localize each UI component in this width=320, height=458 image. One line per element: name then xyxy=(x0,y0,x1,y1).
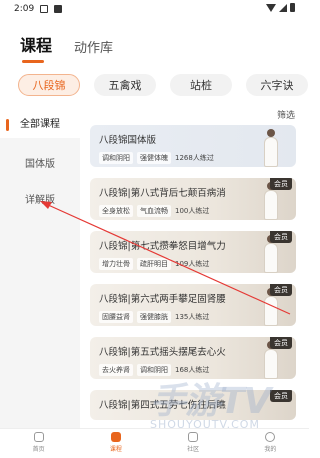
course-card[interactable]: 八段锦|第八式背后七颠百病消 全身放松 气血流畅 100人练过 会员 xyxy=(90,178,296,220)
practice-count: 100人练过 xyxy=(175,207,210,215)
nav-home[interactable]: 首页 xyxy=(0,429,77,458)
nav-label: 我的 xyxy=(264,446,277,453)
tab-courses[interactable]: 课程 xyxy=(20,32,52,63)
nav-profile[interactable]: 我的 xyxy=(232,429,309,458)
course-title: 八段锦|第七式攒拳怒目增气力 xyxy=(99,241,226,252)
course-tags: 增力壮骨 疏肝明目 109人练过 xyxy=(99,258,209,270)
course-tag: 气血流畅 xyxy=(137,205,171,217)
signal-icon xyxy=(279,3,287,12)
home-icon xyxy=(33,432,44,442)
battery-icon xyxy=(290,3,295,12)
course-card[interactable]: 八段锦国体版 调和阴阳 强健体魄 1268人练过 xyxy=(90,125,296,167)
vip-badge: 会员 xyxy=(270,178,292,190)
sidebar-item-detailed-version[interactable]: 详解版 xyxy=(0,191,80,206)
nav-label: 社区 xyxy=(187,446,200,453)
pill-zhanzhuang[interactable]: 站桩 xyxy=(170,74,232,96)
sidebar: 全部课程 国体版 详解版 xyxy=(0,112,80,430)
nav-label: 首页 xyxy=(32,446,45,453)
course-icon xyxy=(110,432,121,442)
course-tag: 固腰益肾 xyxy=(99,311,133,323)
notification-icon xyxy=(40,5,48,13)
instructor-image xyxy=(260,129,282,167)
status-icons xyxy=(266,3,295,12)
course-tag: 强健膝胱 xyxy=(137,311,171,323)
nav-label: 课程 xyxy=(109,446,122,453)
course-tag: 疏肝明目 xyxy=(137,258,171,270)
course-tag: 调和阴阳 xyxy=(99,152,133,164)
course-tags: 调和阴阳 强健体魄 1268人练过 xyxy=(99,152,214,164)
course-title: 八段锦|第八式背后七颠百病消 xyxy=(99,188,226,199)
watermark: 手游TV xyxy=(150,381,271,422)
vip-badge: 会员 xyxy=(270,284,292,296)
course-title: 八段锦|第五式摇头摆尾去心火 xyxy=(99,347,226,358)
vip-badge: 会员 xyxy=(270,337,292,349)
filter-button[interactable]: 筛选 xyxy=(277,108,295,121)
nav-courses[interactable]: 课程 xyxy=(77,429,154,458)
category-pills: 八段锦 五禽戏 站桩 六字诀 xyxy=(18,74,308,96)
sidebar-item-national-version[interactable]: 国体版 xyxy=(0,155,80,170)
vip-badge: 会员 xyxy=(270,231,292,243)
pill-liuzijue[interactable]: 六字诀 xyxy=(246,74,308,96)
pill-wuqinxi[interactable]: 五禽戏 xyxy=(94,74,156,96)
nav-community[interactable]: 社区 xyxy=(155,429,232,458)
practice-count: 1268人练过 xyxy=(175,154,214,162)
status-bar: 2:09 xyxy=(0,0,309,20)
bottom-nav: 首页 课程 社区 我的 xyxy=(0,428,309,458)
course-title: 八段锦|第六式两手攀足固肾腰 xyxy=(99,294,226,305)
practice-count: 135人练过 xyxy=(175,313,210,321)
course-card[interactable]: 八段锦|第七式攒拳怒目增气力 增力壮骨 疏肝明目 109人练过 会员 xyxy=(90,231,296,273)
profile-icon xyxy=(265,432,276,442)
status-time: 2:09 xyxy=(14,4,35,14)
community-icon xyxy=(188,432,199,442)
notification-icon xyxy=(54,5,62,13)
course-tag: 去火养肾 xyxy=(99,364,133,376)
tab-action-library[interactable]: 动作库 xyxy=(74,37,113,56)
practice-count: 109人练过 xyxy=(175,260,210,268)
vip-badge: 会员 xyxy=(270,390,292,402)
course-tags: 全身放松 气血流畅 100人练过 xyxy=(99,205,209,217)
course-card[interactable]: 八段锦|第六式两手攀足固肾腰 固腰益肾 强健膝胱 135人练过 会员 xyxy=(90,284,296,326)
sidebar-item-all-courses[interactable]: 全部课程 xyxy=(0,112,80,138)
course-tag: 强健体魄 xyxy=(137,152,171,164)
course-title: 八段锦国体版 xyxy=(99,135,157,146)
pill-baduanjin[interactable]: 八段锦 xyxy=(18,74,80,96)
course-tag: 全身放松 xyxy=(99,205,133,217)
course-tag: 增力壮骨 xyxy=(99,258,133,270)
course-tags: 固腰益肾 强健膝胱 135人练过 xyxy=(99,311,209,323)
top-tabs: 课程 动作库 xyxy=(20,32,113,63)
wifi-icon xyxy=(266,3,276,12)
